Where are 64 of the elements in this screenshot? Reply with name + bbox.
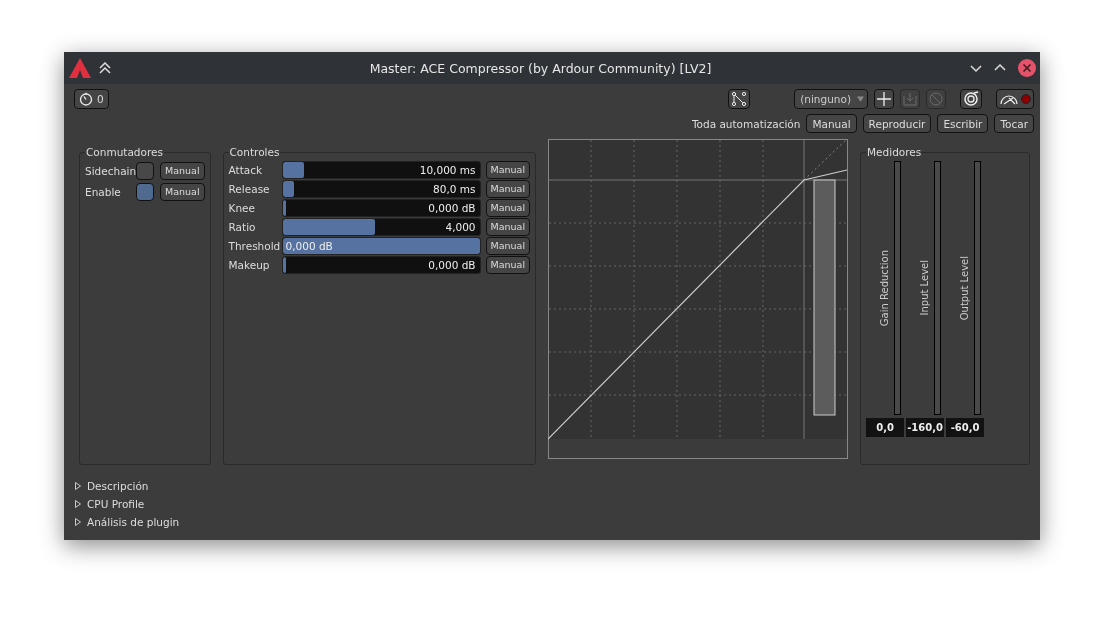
control-label: Knee [228,201,256,214]
control-label: Ratio [228,220,257,233]
slider-value: 10,000 ms [419,162,476,178]
automation-button[interactable]: Manual [485,179,531,198]
parameter-slider[interactable]: 0,000 dB [281,236,481,255]
meter-label: Output Level [959,255,971,321]
minimize-icon[interactable] [970,62,982,74]
expander-arrow-icon[interactable] [75,500,81,508]
slider-value: 0,000 dB [285,238,333,254]
parameter-slider[interactable]: 80,0 ms [281,179,481,198]
automation-button[interactable]: Manual [485,160,531,179]
meter-reading: 0,0 [866,418,905,437]
add-button[interactable] [874,88,894,109]
switch-label: Sidechain [85,164,136,177]
automation-button[interactable]: Manual [160,182,205,201]
slider-value: 80,0 ms [433,181,476,197]
control-label: Release [228,182,271,195]
toggle-button[interactable] [136,161,154,180]
meter-reading: -60,0 [946,418,985,437]
preset-dropdown[interactable]: (ninguno) [794,88,868,109]
bypass-button[interactable] [960,88,982,109]
parameter-slider[interactable]: 4,000 [281,217,481,236]
control-label: Makeup [228,258,271,271]
close-icon[interactable] [1018,59,1036,77]
latency-button[interactable]: 0 [74,88,109,109]
panel-title: Conmutadores [85,146,164,158]
automation-button[interactable]: Manual [485,255,531,274]
expander-label[interactable]: Análisis de plugin [87,516,180,528]
gauge-icon [999,92,1019,105]
parameter-slider[interactable]: 0,000 dB [281,255,481,274]
panel-title: Controles [228,146,281,158]
slider-value: 4,000 [445,219,476,235]
automation-label: Toda automatización [691,117,801,130]
automation-mode-button[interactable]: Tocar [994,114,1034,133]
slider-value: 0,000 dB [428,200,476,216]
logo-icon [69,58,91,78]
expander-label[interactable]: CPU Profile [87,498,145,510]
expander-label[interactable]: Descripción [87,480,149,492]
meter-button[interactable] [996,88,1034,109]
window-title: Master: ACE Compressor (by Ardour Community) [LV2] [368,60,713,76]
slider-value: 0,000 dB [428,257,476,273]
expander-arrow-icon[interactable] [75,482,81,490]
switch-label: Enable [85,185,122,198]
automation-button[interactable]: Manual [160,161,205,180]
double-chevron-icon[interactable] [99,62,111,74]
expander-arrow-icon[interactable] [75,518,81,526]
meter-reading: -160,0 [906,418,945,437]
automation-mode-button[interactable]: Manual [806,114,857,133]
automation-button[interactable]: Manual [485,236,531,255]
automation-button[interactable]: Manual [485,217,531,236]
meter-label: Input Level [919,260,931,316]
automation-button[interactable]: Manual [485,198,531,217]
stopwatch-icon [79,91,93,106]
control-label: Threshold [228,239,282,252]
automation-mode-button[interactable]: Escribir [937,114,989,133]
panel-title: Medidores [866,146,923,158]
routing-button[interactable] [728,88,751,109]
parameter-slider[interactable]: 0,000 dB [281,198,481,217]
toggle-button[interactable] [136,182,154,201]
dropdown-arrow-icon [857,95,864,102]
automation-mode-button[interactable]: Reproducir [862,114,932,133]
meter-label: Gain Reduction [879,249,891,327]
parameter-slider[interactable]: 10,000 ms [281,160,481,179]
control-label: Attack [228,163,264,176]
